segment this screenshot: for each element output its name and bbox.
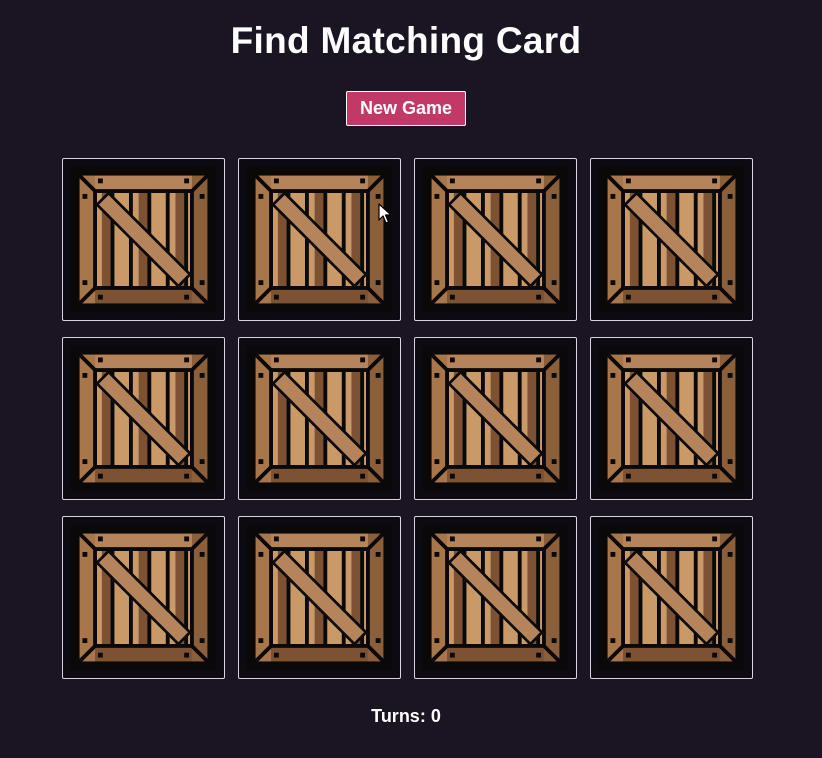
wooden-crate-icon <box>422 166 569 313</box>
wooden-crate-icon <box>70 524 217 671</box>
page-title: Find Matching Card <box>230 20 582 61</box>
card-5[interactable] <box>62 337 225 500</box>
wooden-crate-icon <box>598 166 745 313</box>
wooden-crate-icon <box>422 524 569 671</box>
card-2[interactable] <box>238 158 401 321</box>
card-7[interactable] <box>414 337 577 500</box>
card-8[interactable] <box>590 337 753 500</box>
card-10[interactable] <box>238 516 401 679</box>
wooden-crate-icon <box>246 166 393 313</box>
wooden-crate-icon <box>246 524 393 671</box>
wooden-crate-icon <box>598 345 745 492</box>
turns-counter: Turns: 0 <box>371 706 441 726</box>
game-page: Find Matching Card New Game Turns: 0 <box>0 0 822 758</box>
card-9[interactable] <box>62 516 225 679</box>
card-3[interactable] <box>414 158 577 321</box>
card-11[interactable] <box>414 516 577 679</box>
mouse-cursor-icon <box>378 203 392 224</box>
card-6[interactable] <box>238 337 401 500</box>
card-1[interactable] <box>62 158 225 321</box>
wooden-crate-icon <box>422 345 569 492</box>
wooden-crate-icon <box>246 345 393 492</box>
wooden-crate-icon <box>70 345 217 492</box>
card-grid <box>62 158 753 679</box>
new-game-button[interactable]: New Game <box>346 91 466 126</box>
wooden-crate-icon <box>70 166 217 313</box>
card-4[interactable] <box>590 158 753 321</box>
card-12[interactable] <box>590 516 753 679</box>
wooden-crate-icon <box>598 524 745 671</box>
